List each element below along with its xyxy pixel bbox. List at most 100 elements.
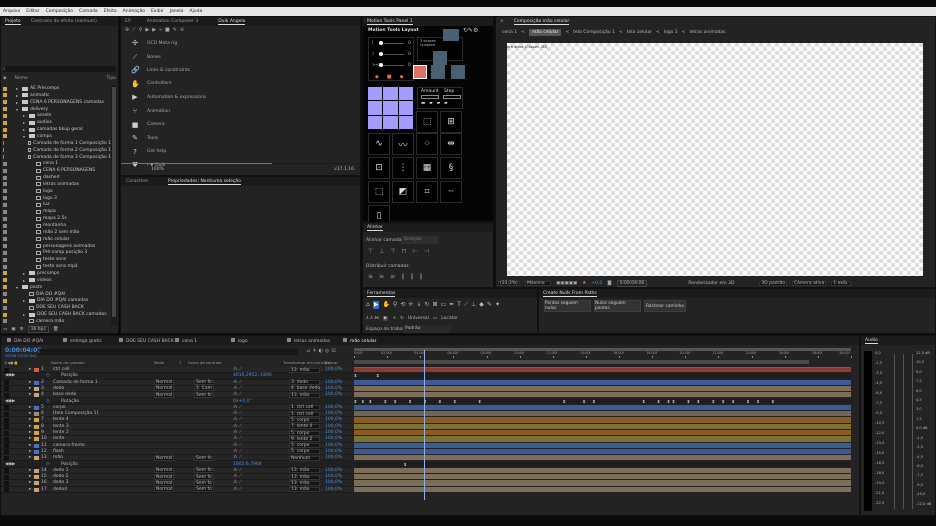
keyframe-marker[interactable]: ⧗ bbox=[583, 399, 586, 404]
timeline-tab[interactable]: cena 1 bbox=[169, 337, 225, 344]
menu-item[interactable]: Composição bbox=[46, 9, 73, 14]
header-stretch[interactable]: Esticar bbox=[325, 360, 338, 366]
keyframe-marker[interactable]: ⧗ bbox=[354, 373, 357, 378]
header-matte[interactable]: Fosco de controle bbox=[188, 360, 221, 366]
home-icon[interactable]: ⌂ bbox=[366, 301, 370, 309]
layer-duration-bar[interactable] bbox=[354, 385, 851, 392]
keyframe-marker[interactable]: ⧗ bbox=[478, 399, 481, 404]
audio-slider-left[interactable] bbox=[894, 354, 895, 509]
trace-path-button[interactable]: Rastrear caminho bbox=[644, 300, 686, 312]
menu-item[interactable]: Animação bbox=[123, 9, 145, 14]
crop-icon[interactable]: ⌗ bbox=[416, 181, 438, 203]
puppet-icon[interactable]: ✦ bbox=[495, 301, 500, 309]
audio-slider-mid[interactable] bbox=[903, 354, 904, 509]
snapshot-icon[interactable]: ◙ bbox=[607, 281, 611, 286]
shape-tool-2[interactable] bbox=[433, 51, 447, 65]
duik-menu-item[interactable]: ✣ OCO Meta rig bbox=[131, 39, 177, 47]
audio-slider-right[interactable] bbox=[912, 354, 913, 509]
distribute-icon[interactable]: ⋮ bbox=[392, 157, 414, 179]
renderer-button[interactable]: Renderizador em 3D bbox=[688, 281, 734, 286]
keyframe-marker[interactable]: ⧗ bbox=[376, 373, 379, 378]
duik-menu-item[interactable]: ⟋ Bones bbox=[131, 53, 161, 62]
tab-motion-tools[interactable]: Motion Tools Panel 1 bbox=[367, 19, 413, 25]
project-item[interactable]: camera mão bbox=[1, 318, 111, 325]
hand-tool-icon[interactable]: ✋ bbox=[382, 301, 389, 309]
header-layer-name[interactable]: Nome da camada bbox=[51, 360, 85, 366]
pen-icon[interactable]: ✒ bbox=[449, 301, 454, 309]
project-search[interactable]: ⌕ bbox=[3, 66, 116, 72]
universal-icon[interactable]: ↻ bbox=[400, 316, 404, 321]
shape-tool-4[interactable] bbox=[431, 65, 445, 79]
view-icons[interactable]: ▣▣▣▣▣ bbox=[556, 281, 577, 286]
spiral-icon[interactable]: § bbox=[440, 157, 462, 179]
distribute-buttons[interactable]: ≡≡≡∥∥∥ bbox=[368, 273, 428, 280]
time-ruler[interactable]: 0:00f 02:00f 04:00f 06:00f 08:00f 10:00f 12:00… bbox=[354, 351, 852, 359]
timeline-switch-icons[interactable]: ⊿⚘◐◎⊡ bbox=[306, 348, 338, 354]
breadcrumb-item[interactable]: tela Composição 1 bbox=[573, 30, 615, 35]
shape-tool-5[interactable] bbox=[451, 65, 465, 79]
new-folder-icon[interactable]: ▭ bbox=[3, 327, 7, 332]
timeline-tab[interactable]: DOE SEU CASH BACK bbox=[113, 337, 174, 344]
tab-create-nulls[interactable]: Create Nulls From Paths bbox=[543, 291, 597, 297]
keyframe-marker[interactable]: ⧗ bbox=[369, 399, 372, 404]
timecode[interactable]: 0:00:04:06 bbox=[616, 279, 648, 287]
timeline-tab[interactable]: letras animadas bbox=[281, 337, 337, 344]
layer-duration-bar[interactable] bbox=[354, 411, 851, 417]
precomp-icon[interactable]: ◩ bbox=[392, 181, 414, 203]
zoom-select[interactable]: (33,3%) bbox=[498, 281, 520, 286]
grid-icon[interactable]: ⊞ bbox=[440, 111, 462, 133]
tab-project[interactable]: Projeto bbox=[5, 19, 21, 25]
quality-select[interactable]: Máxima bbox=[525, 281, 551, 286]
duik-menu-item[interactable]: ✎ Tools bbox=[131, 134, 158, 142]
tab-tools[interactable]: Ferramentas bbox=[367, 291, 396, 297]
workspace-select[interactable]: Padrão bbox=[403, 326, 451, 333]
keyframe-marker[interactable]: ⧗ bbox=[687, 399, 690, 404]
breadcrumb-item[interactable]: mão celular bbox=[528, 29, 562, 36]
orbit-icon[interactable]: ⟲ bbox=[400, 301, 405, 309]
layer-duration-bar[interactable] bbox=[354, 392, 851, 398]
tab-composition[interactable]: Composição mão celular bbox=[513, 19, 570, 25]
breadcrumb-item[interactable]: logo 3 bbox=[664, 30, 678, 35]
local-label[interactable]: Locator bbox=[441, 316, 458, 321]
keyframe-marker[interactable]: ⧗ bbox=[404, 462, 407, 467]
wave-icon[interactable]: 〰 bbox=[392, 133, 414, 155]
keyframe-marker[interactable]: ⧗ bbox=[354, 399, 357, 404]
playhead[interactable] bbox=[424, 350, 426, 500]
keyframe-marker[interactable]: ⧗ bbox=[394, 399, 397, 404]
layer-duration-bar[interactable] bbox=[354, 367, 851, 373]
shape-tool-3[interactable] bbox=[413, 65, 427, 79]
layer-duration-bar[interactable] bbox=[354, 379, 851, 385]
stamp-icon[interactable]: ⊥ bbox=[471, 301, 476, 309]
amount-input[interactable] bbox=[421, 95, 439, 99]
keyframe-marker[interactable]: ⧗ bbox=[563, 399, 566, 404]
layer-duration-bar[interactable] bbox=[354, 404, 851, 411]
breadcrumb-item[interactable]: tela celular bbox=[627, 30, 652, 35]
brush-icon[interactable]: ⟋ bbox=[464, 301, 468, 309]
frame-icon[interactable]: ⬚ bbox=[416, 111, 438, 133]
nulls-follow-points-button[interactable]: Nulos seguem pontos bbox=[594, 300, 641, 312]
composition-viewer[interactable] bbox=[507, 43, 923, 276]
layer-duration-bar[interactable] bbox=[354, 486, 851, 492]
menu-item[interactable]: Arquivo bbox=[3, 9, 20, 14]
keyframe-marker[interactable]: ⧗ bbox=[453, 399, 456, 404]
bpc-button[interactable]: 16 bpc bbox=[27, 326, 49, 333]
tab-efi[interactable]: Efi bbox=[125, 19, 131, 24]
camera-select[interactable]: Câmera ativa bbox=[792, 281, 827, 286]
color-icon[interactable]: ♣ bbox=[582, 281, 586, 286]
scatter-icon[interactable]: ⁘ bbox=[416, 133, 438, 155]
anchor-grid[interactable] bbox=[368, 87, 413, 129]
layer-duration-bar[interactable] bbox=[354, 436, 851, 442]
tab-effect-controls[interactable]: Controles do efeito (nenhum) bbox=[31, 19, 97, 24]
align-buttons[interactable]: ⊤⊥⊤⊓⊢⊣ bbox=[368, 248, 435, 255]
tab-character[interactable]: Caractere bbox=[126, 179, 148, 184]
anchor-icon[interactable]: ⊠ bbox=[432, 301, 437, 309]
keyframe-marker[interactable]: ⧗ bbox=[384, 399, 387, 404]
keyframe-marker[interactable]: ⧗ bbox=[672, 399, 675, 404]
slider-handle[interactable] bbox=[379, 41, 383, 45]
menu-item[interactable]: Editar bbox=[26, 9, 39, 14]
keyframe-marker[interactable]: ⧗ bbox=[361, 399, 364, 404]
timeline-tab[interactable]: logo bbox=[225, 337, 281, 344]
keyframe-marker[interactable]: ⧗ bbox=[409, 399, 412, 404]
timeline-tab[interactable]: entrega gratis bbox=[57, 337, 113, 344]
selection-tool-icon[interactable]: ▶ bbox=[372, 301, 380, 309]
